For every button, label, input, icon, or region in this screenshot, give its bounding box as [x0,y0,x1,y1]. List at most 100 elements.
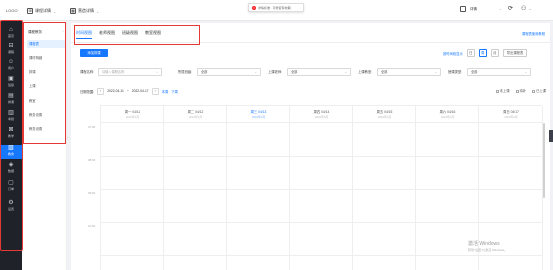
day-view-button[interactable]: 日 [466,49,475,57]
time-period-toggle[interactable]: 按时间段显示 [443,51,463,56]
notice-popup[interactable]: ! 详情标准 · 可修复有效期 [248,3,304,12]
legend-not-started[interactable]: 未上课 [495,88,510,93]
subnav-item-lesson-detail[interactable]: 课时明细 [27,54,66,62]
date-range-label: 日期范围: [80,89,95,94]
building-icon [460,6,466,12]
tab-classroom-view[interactable]: 教室视图 [145,30,161,39]
calendar-scrollbar[interactable] [543,123,545,198]
subnav-item-class[interactable]: 上课 [27,82,66,90]
user-icon[interactable]: ⚇ [521,5,526,12]
sidebar-item-home[interactable]: ⌂ 首页 [0,27,22,41]
tab-teacher-view[interactable]: 老师视图 [99,30,115,39]
end-date[interactable]: 2022-04-17 [132,89,149,93]
chevron-down-icon[interactable]: ⌄ [528,6,531,12]
teach-icon: ⊠ [8,127,14,133]
course-detail-menu[interactable]: ⊞ 课程详情 ⌄ [27,6,56,16]
type-label: 授课类型: [448,70,463,74]
tab-class-view[interactable]: 班级视图 [122,30,138,39]
checkbox-icon [532,89,536,93]
time-label: 09:00 [88,191,96,195]
course-detail-label: 课程详情 [35,8,51,13]
class-select[interactable]: 全部 ⌄ [197,68,261,76]
chevron-down-icon: ⌄ [53,8,57,14]
calendar-day-column-today[interactable]: 周三 04/13 2022年4月 [227,106,290,270]
hour-gridline [101,255,543,256]
sub-navigation: 课程教务 ⌃ 课程表 课时明细 排课 上课 教室 教务设置 教务设置 [22,21,67,270]
calendar-day-column[interactable]: 周一 04/11 2022年4月 [101,106,164,270]
sidebar-item-class[interactable]: ▣ 班级 [0,76,22,90]
operation-detail-label: 营造详情 [78,8,94,13]
class-label: 所属班级: [178,70,193,74]
tab-time-view[interactable]: 时间视图 [76,30,92,39]
calendar-day-column[interactable]: 周二 04/12 2022年4月 [164,106,227,270]
month-view-button[interactable]: 月 [490,49,499,57]
view-controls: 按时间段显示 日 周 月 导出课程表 [443,49,528,57]
chevron-down-icon: ⌄ [96,8,100,14]
date-range-row: 日期范围: ‹ 2022-04-11 ~ 2022-04-17 › 本周 下周 … [80,87,546,95]
legend-pending[interactable]: 待补 [515,88,526,93]
hour-gridline [101,189,543,190]
teacher-select[interactable]: 全部 ⌄ [287,68,351,76]
view-tabs: 时间视图 老师视图 班级视图 教室视图 [76,30,161,39]
windows-watermark: 激活 Windows [468,241,500,247]
subnav-group-header[interactable]: 课程教务 ⌃ [28,30,65,35]
operation-detail-menu[interactable]: ▦ 营造详情 ⌄ [70,6,99,16]
attendance-icon: ▥ [8,110,14,116]
room-select[interactable]: 全部 ⌄ [377,68,441,76]
subnav-item-timetable[interactable]: 课程表 [27,40,66,48]
course-name-label: 课程名称: [80,70,95,74]
calendar-day-header: 周五 04/15 2022年4月 [353,106,416,123]
subnav-item-schedule[interactable]: 排课 [27,68,66,76]
chevron-up-icon: ⌃ [62,30,65,34]
sidebar-item-data[interactable]: ◈ 数据 [0,162,22,176]
help-icon[interactable]: ⟳ [508,5,513,12]
chevron-down-icon: ⌄ [434,70,437,74]
window-icon: ▦ [70,8,76,14]
collapse-arrow-icon[interactable]: ‹ [67,135,68,140]
windows-watermark-sub: 转到"设置"以激活 Windows。 [468,248,508,252]
next-week-link[interactable]: 下周 [171,89,178,94]
export-timetable-button[interactable]: 导出课程表 [502,49,528,57]
tutorial-link[interactable]: 课程表使用教程 [522,31,545,36]
legend-done[interactable]: 已上课 [532,88,546,93]
room-label: 上课教室: [358,70,373,74]
calendar-day-header: 周三 04/13 2022年4月 [227,106,290,123]
hour-gridline [101,222,543,223]
date-separator: ~ [126,89,129,93]
subnav-item-classroom[interactable]: 教室 [27,97,66,105]
class-icon: ▣ [8,76,14,82]
teacher-label: 上课老师: [268,70,283,74]
calendar-day-header: 周日 04/17 2022年4月 [479,106,543,123]
week-view-button[interactable]: 周 [478,49,487,57]
detail-dropdown[interactable]: 详情 ⌄ [460,6,502,12]
detail-dropdown-label: 详情 [470,6,477,11]
calendar-day-column[interactable]: 周五 04/15 2022年4月 [353,106,416,270]
subnav-item-admin-settings[interactable]: 教务设置 [27,111,66,119]
status-legend: 未上课 待补 已上课 [495,88,546,93]
chevron-down-icon: ⌄ [344,70,347,74]
sidebar-item-attendance[interactable]: ▥ 考勤 [0,110,22,124]
main-content: 时间视图 老师视图 班级视图 教室视图 课程表使用教程 添加排课 按时间段显示 … [71,23,550,270]
sidebar-item-course[interactable]: ⊟ 课程 [0,43,22,57]
sidebar-item-order[interactable]: ▢ 订单 [0,180,22,194]
search-icon: ⌕ [156,70,158,74]
logo: LOGO [6,8,18,13]
next-week-arrow[interactable]: › [151,87,159,95]
sidebar-item-schedule[interactable]: ▤ 排课 [0,93,22,107]
start-date[interactable]: 2022-04-11 [107,89,124,93]
side-drawer-handle[interactable] [549,130,553,142]
sidebar-item-teach[interactable]: ⊠ 教学 [0,127,22,141]
course-name-input[interactable]: 请输入课程名称 ⌕ [98,68,162,76]
users-icon: ☺ [7,59,15,65]
calendar-day-column[interactable]: 周四 04/14 2022年4月 [290,106,353,270]
type-select[interactable]: 全部 ⌄ [467,68,531,76]
exclamation-icon: ! [252,5,256,10]
add-schedule-button[interactable]: 添加排课 [80,49,108,57]
calendar-day-header: 周六 04/16 2022年4月 [416,106,479,123]
sidebar-item-settings[interactable]: ⚙ 设置 [0,200,22,214]
subnav-item-admin-settings-2[interactable]: 教务设置 [27,125,66,133]
prev-week-button[interactable]: ‹ [97,87,105,95]
sidebar-item-users[interactable]: ☺ 用户 [0,59,22,73]
sidebar-item-admin[interactable]: ▧ 教务 [0,145,22,159]
this-week-link[interactable]: 本周 [162,89,169,94]
